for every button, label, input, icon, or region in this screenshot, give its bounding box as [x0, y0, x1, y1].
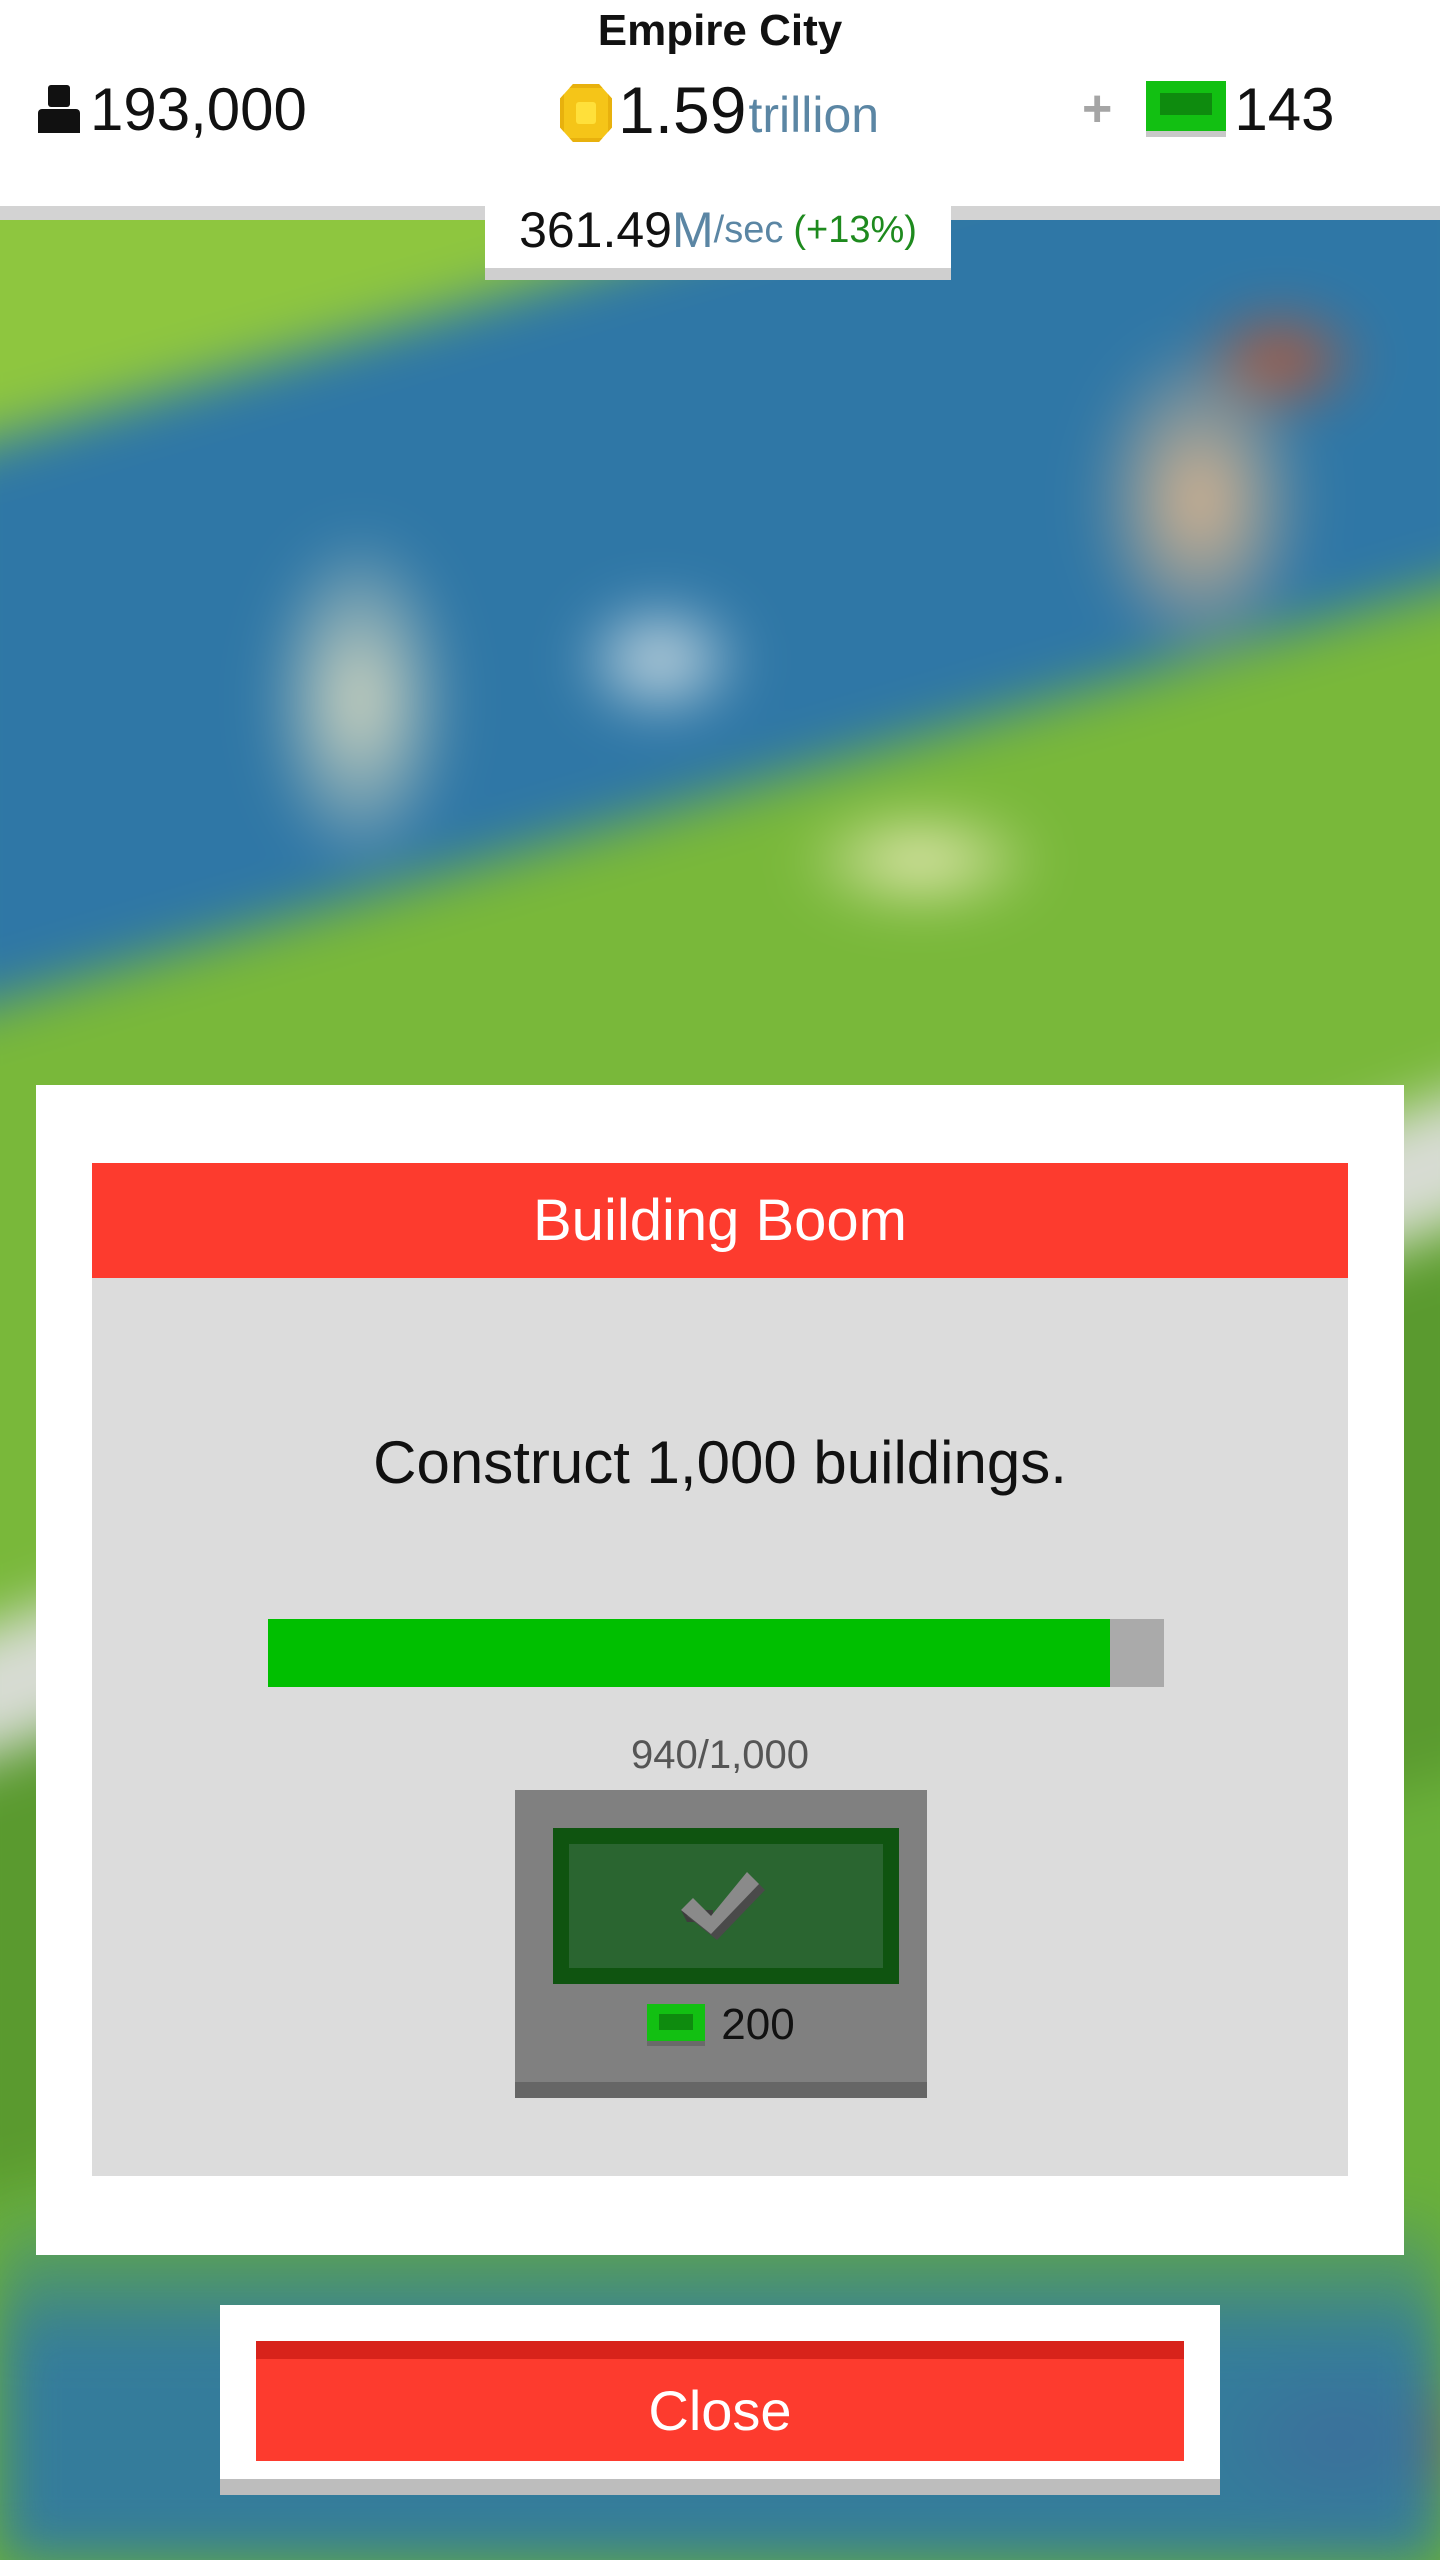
cash-bill-icon	[1146, 81, 1227, 137]
cash-display[interactable]: + 143	[1082, 74, 1334, 144]
population-display: 193,000	[38, 74, 307, 144]
close-button[interactable]: Close	[256, 2341, 1184, 2461]
claim-reward-button[interactable]: 200	[515, 1790, 927, 2098]
progress-fill	[268, 1619, 1111, 1687]
coin-icon	[560, 84, 612, 142]
add-cash-button[interactable]: +	[1082, 79, 1112, 139]
reward-display: 200	[515, 2000, 927, 2050]
progress-text: 940/1,000	[631, 1733, 809, 1777]
close-button-frame: Close	[220, 2305, 1220, 2495]
achievement-dialog: Building Boom Construct 1,000 buildings.…	[36, 1085, 1404, 2255]
achievement-description: Construct 1,000 buildings.	[373, 1429, 1067, 1496]
income-rate-value: 361.49	[519, 202, 672, 258]
income-rate-per: /sec	[713, 208, 784, 251]
top-hud: Empire City 193,000 1.59 trillion + 143	[0, 0, 1440, 220]
money-unit: trillion	[748, 87, 880, 143]
reward-value: 200	[721, 2000, 795, 2049]
population-value: 193,000	[90, 75, 307, 143]
income-rate-unit: M	[672, 202, 714, 258]
cash-bill-icon	[647, 2004, 706, 2046]
income-rate-percent: (+13%)	[793, 208, 917, 251]
income-rate-tab: 361.49 M /sec (+13%)	[485, 192, 951, 280]
dialog-title: Building Boom	[92, 1163, 1348, 1278]
claim-icon-frame	[553, 1828, 899, 1984]
cash-value: 143	[1234, 75, 1335, 143]
progress-bar	[268, 1619, 1164, 1687]
checkmark-icon	[681, 1872, 765, 1940]
money-value: 1.59	[618, 73, 747, 147]
city-name: Empire City	[597, 6, 843, 55]
money-display: 1.59 trillion	[560, 70, 879, 150]
person-icon	[38, 85, 80, 133]
dialog-body: Construct 1,000 buildings. 940/1,000 200	[92, 1278, 1348, 2176]
